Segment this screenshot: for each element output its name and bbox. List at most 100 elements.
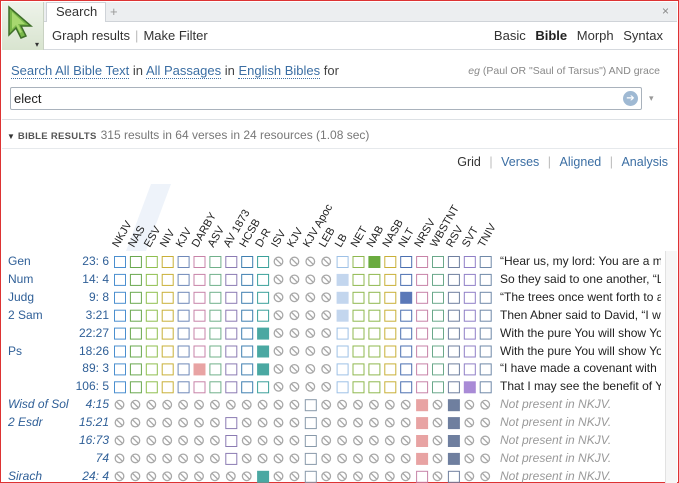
grid-cell[interactable]: [384, 273, 397, 286]
verse-text[interactable]: Not present in NKJV.: [500, 415, 661, 429]
grid-cell[interactable]: [479, 363, 492, 376]
grid-cell[interactable]: [209, 256, 222, 268]
grid-cell-hit[interactable]: [400, 291, 413, 304]
grid-cell[interactable]: [161, 291, 174, 304]
grid-cell[interactable]: [432, 291, 444, 304]
verse-reference[interactable]: 74: [59, 451, 109, 465]
grid-cell[interactable]: [463, 345, 476, 358]
grid-cell[interactable]: [416, 327, 429, 340]
grid-cell[interactable]: [257, 309, 270, 322]
grid-cell[interactable]: [336, 256, 349, 268]
grid-cell[interactable]: [400, 327, 413, 340]
grid-cell-hit[interactable]: [416, 435, 429, 447]
grid-cell[interactable]: [225, 327, 238, 340]
grid-cell[interactable]: [257, 256, 270, 268]
grid-cell[interactable]: [368, 309, 381, 322]
grid-cell[interactable]: [352, 273, 365, 286]
grid-cell[interactable]: [129, 345, 142, 358]
grid-cell[interactable]: [432, 309, 444, 322]
grid-cell[interactable]: [447, 345, 460, 358]
grid-cell[interactable]: [129, 363, 142, 376]
grid-cell[interactable]: [241, 273, 254, 286]
grid-cell[interactable]: [384, 381, 397, 394]
grid-cell-hit[interactable]: [257, 327, 270, 340]
grid-cell[interactable]: [193, 291, 206, 304]
grid-cell[interactable]: [336, 381, 349, 394]
grid-cell[interactable]: [257, 273, 270, 286]
grid-cell[interactable]: [225, 273, 238, 286]
grid-cell[interactable]: [114, 273, 126, 286]
grid-cell[interactable]: [177, 345, 190, 358]
grid-cell[interactable]: [447, 309, 460, 322]
book-label[interactable]: Gen: [8, 254, 31, 268]
verse-text[interactable]: Not present in NKJV.: [500, 433, 661, 447]
grid-cell-hit[interactable]: [257, 345, 270, 358]
book-label[interactable]: Num: [8, 272, 33, 286]
grid-cell[interactable]: [241, 345, 254, 358]
grid-cell[interactable]: [225, 345, 238, 358]
book-label[interactable]: Sirach: [8, 469, 42, 483]
grid-cell[interactable]: [432, 363, 444, 376]
grid-cell[interactable]: [384, 256, 397, 268]
grid-cell[interactable]: [384, 291, 397, 304]
verse-text[interactable]: With the pure You will show Yo: [500, 326, 661, 340]
grid-cell[interactable]: [209, 345, 222, 358]
grid-cell[interactable]: [209, 381, 222, 394]
grid-cell[interactable]: [225, 417, 238, 430]
grid-cell[interactable]: [368, 273, 381, 286]
column-header[interactable]: KJV: [174, 225, 195, 249]
grid-cell[interactable]: [145, 381, 158, 394]
grid-cell[interactable]: [177, 327, 190, 340]
book-label[interactable]: Judg: [8, 290, 34, 304]
verse-text[interactable]: That I may see the benefit of Y: [500, 379, 661, 393]
grid-cell[interactable]: [432, 273, 444, 286]
grid-cell[interactable]: [368, 381, 381, 394]
verse-reference[interactable]: 106: 5: [59, 379, 109, 393]
grid-cell[interactable]: [368, 291, 381, 304]
verse-reference[interactable]: 89: 3: [59, 361, 109, 375]
grid-cell[interactable]: [400, 256, 413, 268]
grid-cell[interactable]: [304, 435, 317, 447]
grid-cell[interactable]: [432, 256, 444, 268]
verse-reference[interactable]: 9: 8: [59, 290, 109, 304]
grid-cell[interactable]: [145, 363, 158, 376]
grid-cell-hit[interactable]: [336, 273, 349, 286]
grid-cell[interactable]: [304, 470, 317, 483]
grid-cell[interactable]: [129, 327, 142, 340]
grid-cell-hit[interactable]: [416, 417, 429, 430]
grid-cell[interactable]: [479, 291, 492, 304]
grid-cell-hit[interactable]: [447, 399, 460, 412]
grid-cell[interactable]: [177, 256, 190, 268]
grid-cell-hit[interactable]: [447, 435, 460, 447]
grid-cell[interactable]: [352, 363, 365, 376]
grid-cell[interactable]: [352, 381, 365, 394]
grid-cell[interactable]: [432, 345, 444, 358]
verse-reference[interactable]: 22:27: [59, 326, 109, 340]
grid-cell[interactable]: [400, 309, 413, 322]
grid-cell[interactable]: [416, 381, 429, 394]
grid-cell[interactable]: [463, 309, 476, 322]
verse-reference[interactable]: 15:21: [59, 415, 109, 429]
grid-cell[interactable]: [416, 256, 429, 268]
grid-cell[interactable]: [114, 327, 126, 340]
grid-cell[interactable]: [193, 345, 206, 358]
grid-cell-hit[interactable]: [447, 452, 460, 465]
book-label[interactable]: 2 Esdr: [8, 415, 43, 429]
grid-cell[interactable]: [463, 273, 476, 286]
grid-cell[interactable]: [447, 381, 460, 394]
grid-cell[interactable]: [304, 399, 317, 412]
grid-cell-hit[interactable]: [368, 256, 381, 268]
grid-cell[interactable]: [209, 291, 222, 304]
book-label[interactable]: Ps: [8, 344, 22, 358]
grid-cell[interactable]: [479, 327, 492, 340]
verse-text[interactable]: Not present in NKJV.: [500, 469, 661, 483]
grid-cell[interactable]: [352, 327, 365, 340]
grid-cell[interactable]: [161, 327, 174, 340]
grid-cell[interactable]: [114, 381, 126, 394]
grid-cell[interactable]: [416, 470, 429, 483]
verse-text[interactable]: Then Abner said to David, “I w: [500, 308, 661, 322]
grid-cell[interactable]: [241, 327, 254, 340]
grid-cell-hit[interactable]: [336, 291, 349, 304]
book-label[interactable]: 2 Sam: [8, 308, 43, 322]
grid-cell[interactable]: [225, 256, 238, 268]
